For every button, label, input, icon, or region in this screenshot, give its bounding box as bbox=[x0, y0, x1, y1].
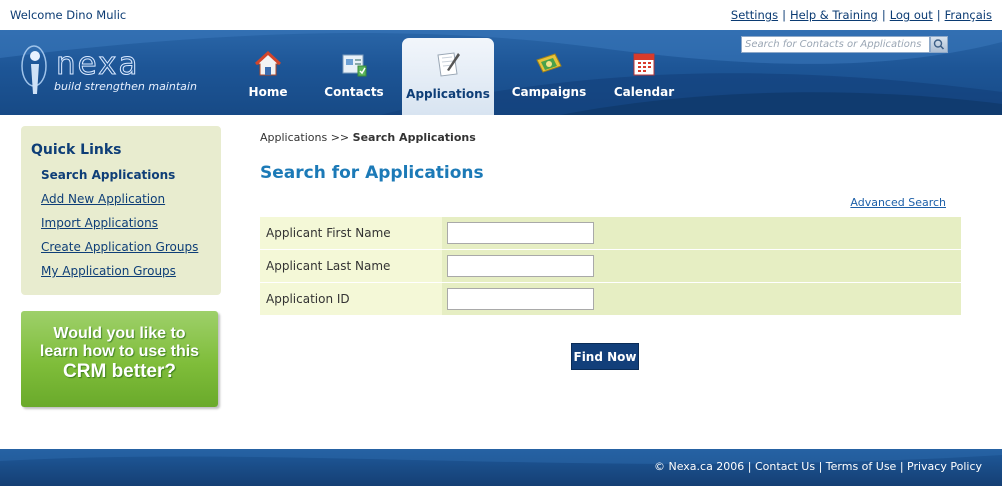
promo-line: Would you like to bbox=[53, 325, 186, 342]
page-title: Search for Applications bbox=[260, 163, 484, 183]
crm-training-promo-banner[interactable]: Would you like to learn how to use this … bbox=[21, 311, 218, 407]
footer: © Nexa.ca 2006 | Contact Us | Terms of U… bbox=[0, 449, 1002, 486]
breadcrumb-current: Search Applications bbox=[352, 131, 476, 144]
copyright-text: © Nexa.ca 2006 bbox=[653, 460, 745, 473]
contacts-icon bbox=[342, 54, 367, 77]
form-field-cell bbox=[442, 283, 961, 315]
search-input[interactable] bbox=[741, 36, 930, 53]
search-icon bbox=[933, 39, 945, 50]
logo-tagline: build strengthen maintain bbox=[54, 80, 197, 93]
divider: | bbox=[747, 460, 755, 473]
applications-icon bbox=[437, 52, 460, 77]
welcome-text: Welcome Dino Mulic bbox=[10, 8, 127, 22]
divider: | bbox=[881, 8, 886, 22]
quick-links-panel: Quick Links Search Applications Add New … bbox=[21, 126, 221, 295]
tab-label: Applications bbox=[406, 87, 490, 101]
tab-calendar[interactable]: Calendar bbox=[604, 38, 684, 115]
form-row: Applicant First Name bbox=[260, 217, 961, 250]
promo-line: CRM better? bbox=[63, 361, 176, 382]
breadcrumb-parent[interactable]: Applications bbox=[260, 131, 327, 144]
sidebar-item-create-application-groups[interactable]: Create Application Groups bbox=[41, 240, 198, 254]
top-bar: Welcome Dino Mulic Settings | Help & Train… bbox=[0, 0, 1002, 30]
home-icon bbox=[254, 50, 282, 76]
find-now-button[interactable]: Find Now bbox=[571, 343, 639, 370]
form-field-cell bbox=[442, 250, 961, 282]
form-field-cell bbox=[442, 217, 961, 249]
settings-link[interactable]: Settings bbox=[731, 8, 778, 22]
nexa-logo[interactable]: nexa build strengthen maintain bbox=[14, 42, 197, 106]
tab-campaigns[interactable]: Campaigns bbox=[504, 38, 594, 115]
divider: | bbox=[818, 460, 826, 473]
tab-label: Calendar bbox=[613, 85, 675, 99]
promo-line: learn how to use this bbox=[39, 343, 200, 360]
language-link[interactable]: Français bbox=[945, 8, 992, 22]
tab-label: Home bbox=[248, 85, 288, 99]
first-name-label: Applicant First Name bbox=[260, 217, 442, 249]
divider: | bbox=[936, 8, 941, 22]
tab-label: Contacts bbox=[324, 85, 384, 99]
last-name-label: Applicant Last Name bbox=[260, 250, 442, 282]
sidebar-item-search-applications[interactable]: Search Applications bbox=[41, 168, 175, 182]
sidebar-item-import-applications[interactable]: Import Applications bbox=[41, 216, 158, 230]
promo-text: Would you like to learn how to use this … bbox=[21, 325, 218, 383]
tab-contacts[interactable]: Contacts bbox=[314, 38, 394, 115]
advanced-search-link[interactable]: Advanced Search bbox=[850, 196, 946, 209]
header-banner: nexa build strengthen maintain Home Cont… bbox=[0, 30, 1002, 115]
terms-of-use-link[interactable]: Terms of Use bbox=[826, 460, 897, 473]
first-name-field[interactable] bbox=[447, 222, 594, 244]
campaigns-icon bbox=[536, 53, 562, 73]
sidebar-item-add-new-application[interactable]: Add New Application bbox=[41, 192, 165, 206]
quick-links-title: Quick Links bbox=[31, 142, 122, 158]
search-form: Applicant First Name Applicant Last Name… bbox=[260, 217, 961, 315]
last-name-field[interactable] bbox=[447, 255, 594, 277]
application-id-label: Application ID bbox=[260, 283, 442, 315]
sidebar-item-my-application-groups[interactable]: My Application Groups bbox=[41, 264, 176, 278]
tab-label: Campaigns bbox=[511, 85, 587, 99]
logo-wordmark: nexa bbox=[56, 46, 140, 83]
form-row: Applicant Last Name bbox=[260, 250, 961, 283]
footer-text: © Nexa.ca 2006 | Contact Us | Terms of U… bbox=[654, 460, 982, 473]
help-training-link[interactable]: Help & Training bbox=[790, 8, 878, 22]
tab-home[interactable]: Home bbox=[232, 38, 304, 115]
top-links: Settings | Help & Training | Log out | Françai… bbox=[731, 8, 992, 22]
application-id-field[interactable] bbox=[447, 288, 594, 310]
contact-us-link[interactable]: Contact Us bbox=[755, 460, 815, 473]
logout-link[interactable]: Log out bbox=[890, 8, 933, 22]
header-search bbox=[741, 36, 948, 53]
divider: | bbox=[782, 8, 786, 22]
calendar-icon bbox=[633, 53, 655, 76]
form-row: Application ID bbox=[260, 283, 961, 315]
tab-applications[interactable]: Applications bbox=[402, 38, 494, 115]
breadcrumb-separator: >> bbox=[330, 131, 350, 144]
logo-mark-icon bbox=[21, 45, 47, 94]
breadcrumb: Applications >> Search Applications bbox=[260, 131, 476, 144]
privacy-policy-link[interactable]: Privacy Policy bbox=[907, 460, 982, 473]
divider: | bbox=[899, 460, 908, 473]
search-button[interactable] bbox=[930, 36, 948, 53]
